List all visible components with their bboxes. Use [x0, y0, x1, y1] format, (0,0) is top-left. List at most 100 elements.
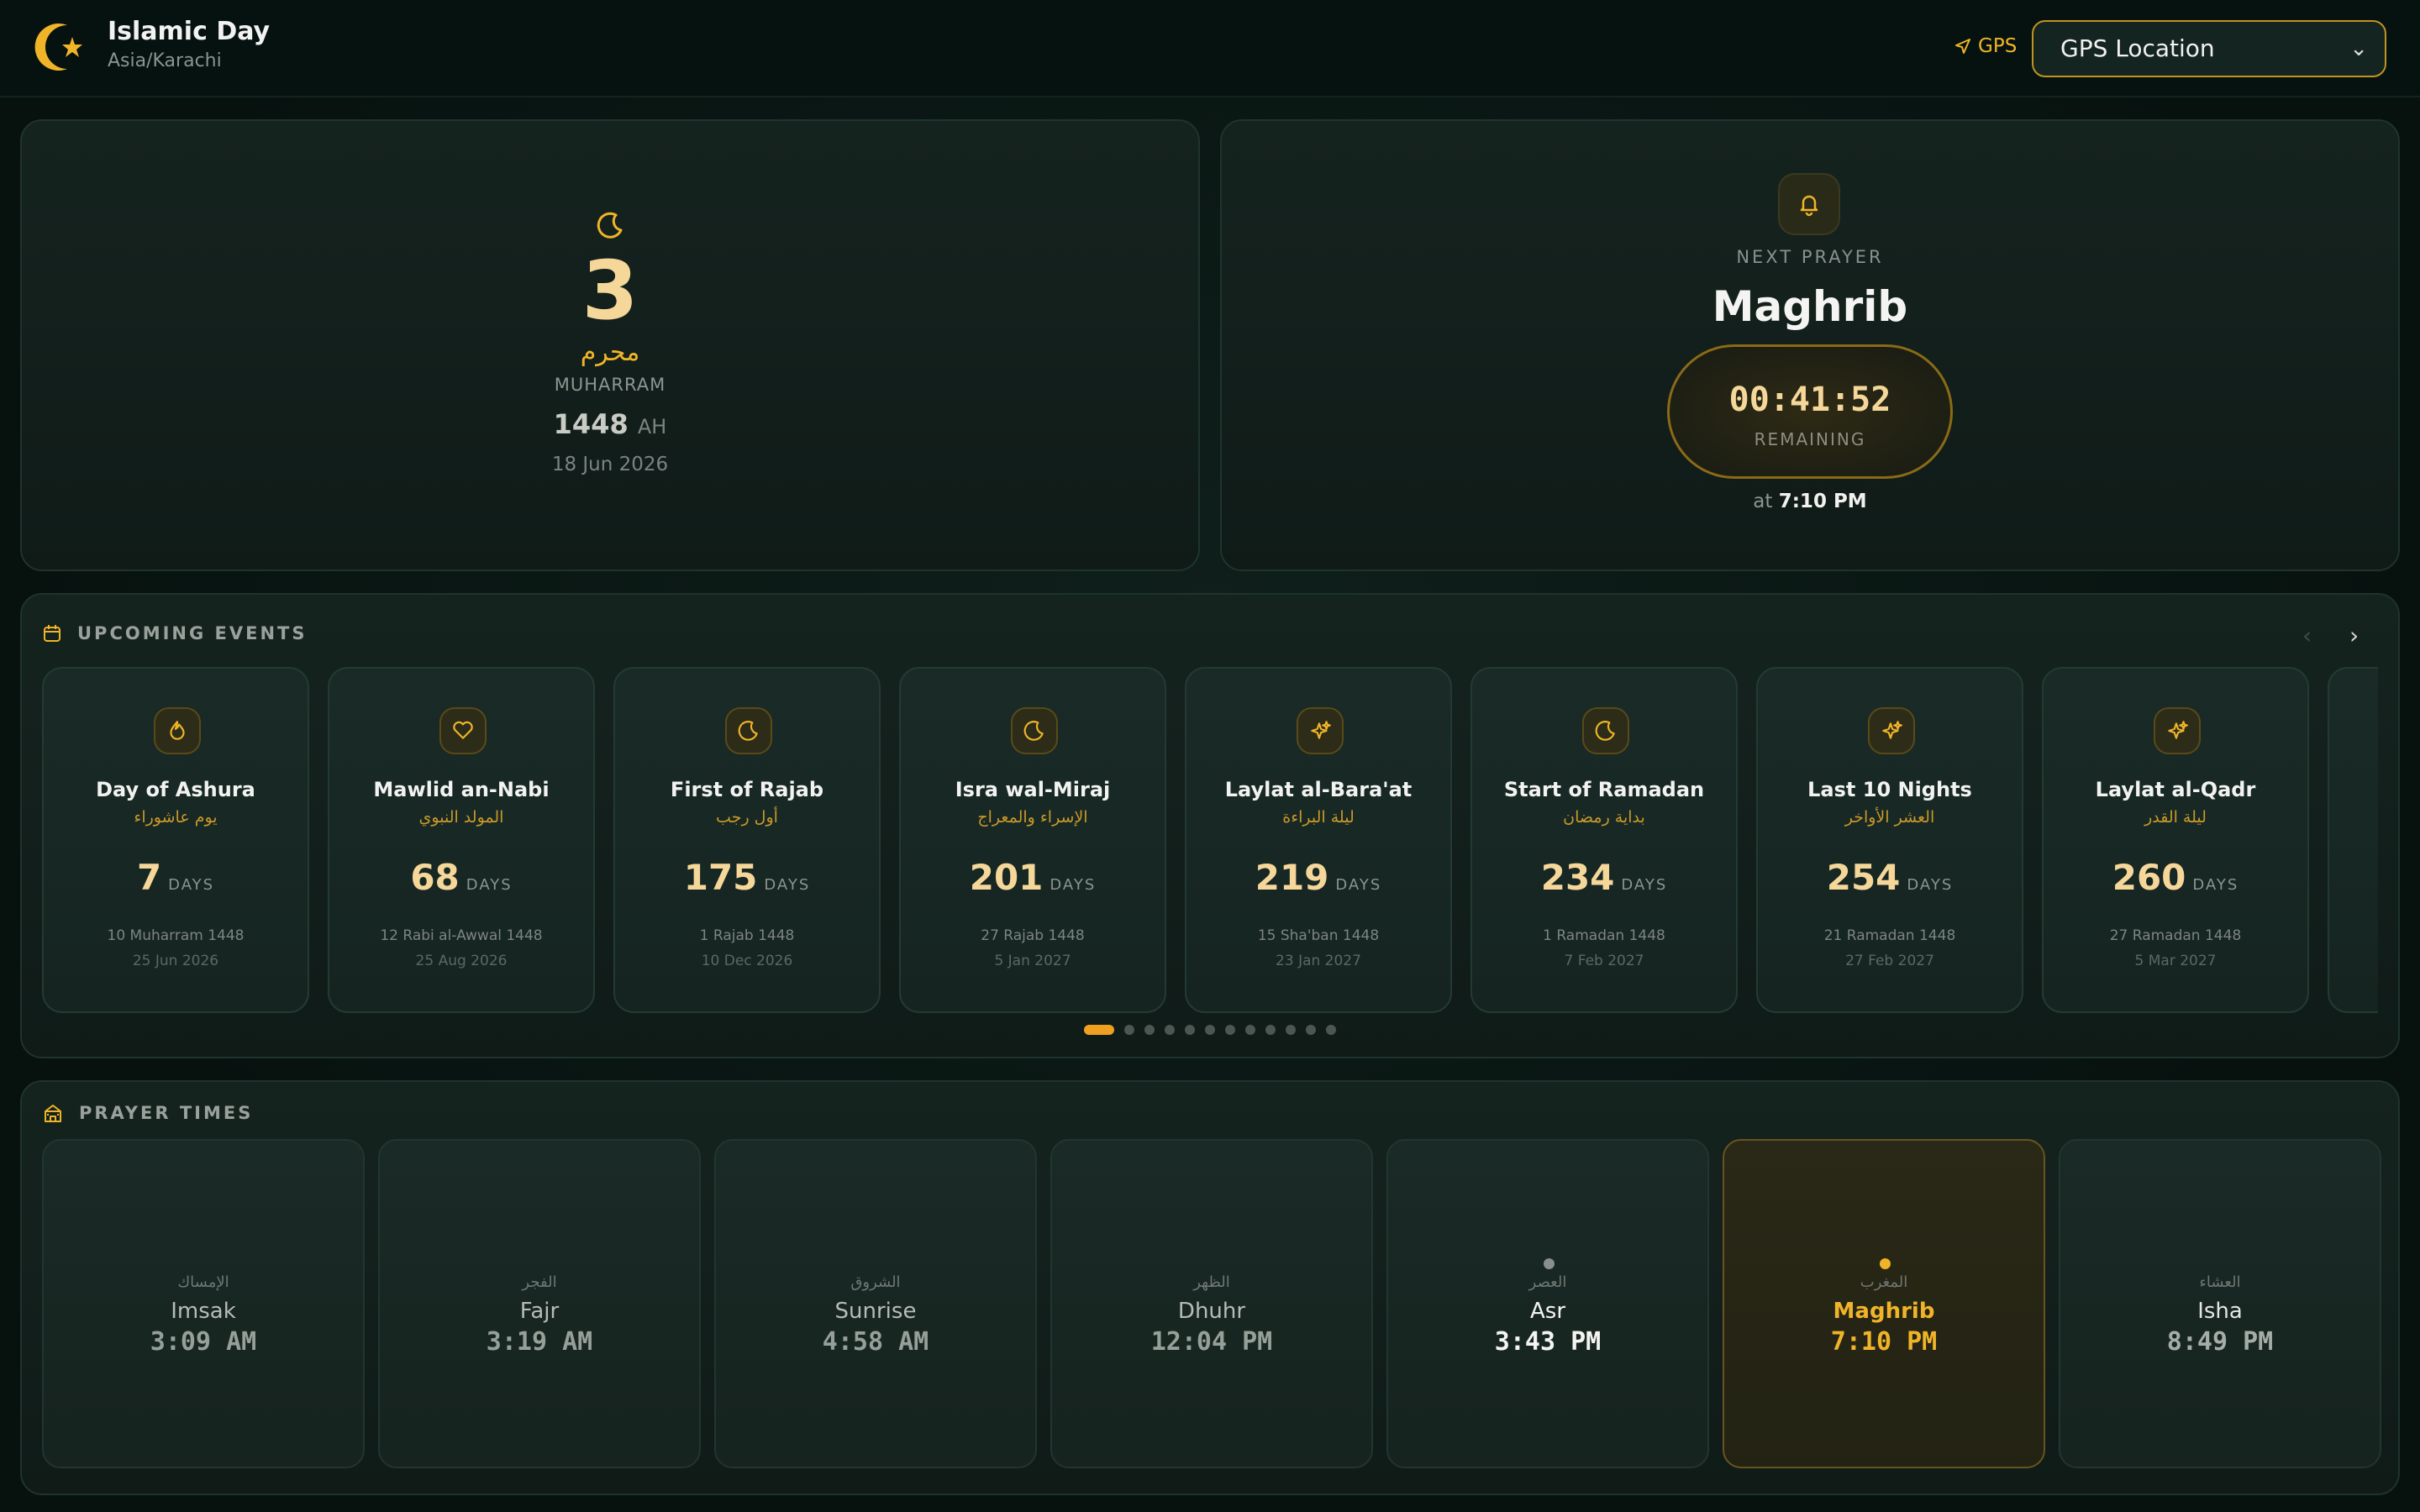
- pagination-dot[interactable]: [1245, 1025, 1255, 1035]
- carousel-pagination: [1084, 1025, 1336, 1035]
- event-days-remaining: 254 DAYS: [1758, 857, 2022, 898]
- event-card[interactable]: Laylat al-Bara'at ليلة البراءة 219 DAYS 15 S…: [1185, 667, 1452, 1013]
- event-name-arabic: بداية رمضان: [1563, 808, 1645, 827]
- prayer-name-arabic: الظهر: [1193, 1273, 1230, 1291]
- prayer-card-maghrib: المغرب Maghrib 7:10 PM: [1723, 1139, 2045, 1468]
- hijri-year: 1448: [553, 408, 629, 440]
- at-prefix: at: [1753, 491, 1773, 512]
- prayer-card-imsak: الإمساك Imsak 3:09 AM: [42, 1139, 365, 1468]
- event-name-arabic: المولد النبوي: [418, 808, 504, 827]
- moon-icon: [725, 707, 772, 754]
- pagination-dot[interactable]: [1326, 1025, 1336, 1035]
- pagination-dot[interactable]: [1144, 1025, 1155, 1035]
- pagination-dot[interactable]: [1124, 1025, 1134, 1035]
- pagination-dot[interactable]: [1225, 1025, 1235, 1035]
- navigation-arrow-icon: [1955, 39, 1970, 54]
- event-days-remaining: 201 DAYS: [901, 857, 1165, 898]
- sparkles-icon: [2154, 707, 2201, 754]
- event-hijri-date: 27 Ramadan 1448: [2109, 927, 2242, 944]
- event-gregorian-date: 25 Aug 2026: [415, 953, 508, 969]
- prayer-name: Imsak: [171, 1299, 236, 1324]
- next-prayer-name: Maghrib: [1712, 282, 1908, 331]
- status-dot: [1544, 1258, 1555, 1269]
- hijri-day: 3: [581, 244, 639, 338]
- event-name-arabic: الإسراء والمعراج: [977, 808, 1088, 827]
- event-days-remaining: 234 DAYS: [1472, 857, 1736, 898]
- gps-button[interactable]: GPS: [1954, 35, 2017, 57]
- prayer-time: 12:04 PM: [1150, 1327, 1273, 1357]
- prayer-time: 3:19 AM: [486, 1327, 593, 1357]
- hijri-month-english: MUHARRAM: [554, 375, 666, 395]
- prayer-name: Isha: [2197, 1299, 2243, 1324]
- prayer-name-arabic: الفجر: [522, 1273, 557, 1291]
- event-name-arabic: أول رجب: [716, 808, 778, 827]
- remaining-label: REMAINING: [1754, 429, 1866, 449]
- event-name: First of Rajab: [670, 778, 824, 801]
- event-name: Laylat al-Qadr: [2095, 778, 2256, 801]
- hijri-date-card: 3 محرم MUHARRAM 1448 AH 18 Jun 2026: [20, 119, 1200, 571]
- app-header: Islamic Day Asia/Karachi GPS GPS Locatio…: [0, 0, 2420, 97]
- prayer-card-dhuhr: الظهر Dhuhr 12:04 PM: [1050, 1139, 1373, 1468]
- event-gregorian-date: 5 Jan 2027: [994, 953, 1071, 969]
- prayer-time: 8:49 PM: [2166, 1327, 2274, 1357]
- event-days-count: 175: [683, 857, 758, 898]
- event-days-unit: DAYS: [1335, 876, 1382, 894]
- countdown-timer: 00:41:52 REMAINING: [1667, 344, 1953, 479]
- status-dot: [1880, 1258, 1891, 1269]
- location-select[interactable]: GPS Location ⌄: [2032, 20, 2386, 77]
- event-days-remaining: 219 DAYS: [1186, 857, 1450, 898]
- event-card[interactable]: Start of Ramadan بداية رمضان 234 DAYS 1 Rama…: [1470, 667, 1738, 1013]
- pagination-dot[interactable]: [1286, 1025, 1296, 1035]
- event-name: Isra wal-Miraj: [955, 778, 1111, 801]
- event-gregorian-date: 27 Feb 2027: [1845, 953, 1934, 969]
- pagination-dot[interactable]: [1205, 1025, 1215, 1035]
- event-days-count: 219: [1255, 857, 1329, 898]
- flame-icon: [154, 707, 201, 754]
- event-card[interactable]: Last 10 Nights العشر الأواخر 254 DAYS 21 Ram…: [1756, 667, 2023, 1013]
- prayer-times-header: PRAYER TIMES: [42, 1102, 253, 1124]
- prayer-name: Dhuhr: [1177, 1299, 1246, 1324]
- prayer-name: Sunrise: [834, 1299, 917, 1324]
- event-days-count: 234: [1540, 857, 1615, 898]
- event-hijri-date: 10 Muharram 1448: [107, 927, 245, 944]
- event-gregorian-date: 7 Feb 2027: [1564, 953, 1644, 969]
- event-name-arabic: ليلة البراءة: [1282, 808, 1355, 827]
- event-hijri-date: 12 Rabi al-Awwal 1448: [380, 927, 543, 944]
- event-name-arabic: ليلة القدر: [2144, 808, 2207, 827]
- events-prev-button[interactable]: ‹: [2302, 622, 2312, 649]
- event-card-partial[interactable]: [2328, 667, 2378, 1013]
- prayer-name: Maghrib: [1833, 1299, 1935, 1324]
- event-days-unit: DAYS: [168, 876, 215, 894]
- event-hijri-date: 1 Rajab 1448: [699, 927, 795, 944]
- pagination-dot[interactable]: [1265, 1025, 1276, 1035]
- event-name: Mawlid an-Nabi: [373, 778, 550, 801]
- calendar-icon: [44, 625, 60, 642]
- event-card[interactable]: Laylat al-Qadr ليلة القدر 260 DAYS 27 Ramada…: [2042, 667, 2309, 1013]
- crescent-star-icon: [34, 24, 82, 71]
- pagination-dot[interactable]: [1306, 1025, 1316, 1035]
- event-days-unit: DAYS: [1907, 876, 1954, 894]
- pagination-dot[interactable]: [1165, 1025, 1175, 1035]
- event-card[interactable]: First of Rajab أول رجب 175 DAYS 1 Rajab 1448…: [613, 667, 881, 1013]
- event-name: Day of Ashura: [96, 778, 255, 801]
- timezone-label: Asia/Karachi: [108, 50, 222, 71]
- mosque-icon: [45, 1105, 61, 1122]
- pagination-dot[interactable]: [1185, 1025, 1195, 1035]
- events-next-button[interactable]: ›: [2349, 622, 2359, 649]
- event-card[interactable]: Isra wal-Miraj الإسراء والمعراج 201 DAYS 27 …: [899, 667, 1166, 1013]
- event-card[interactable]: Day of Ashura يوم عاشوراء 7 DAYS 10 Muharram…: [42, 667, 309, 1013]
- prayer-name-arabic: المغرب: [1860, 1273, 1908, 1291]
- pagination-dot[interactable]: [1084, 1025, 1114, 1035]
- event-days-count: 254: [1826, 857, 1901, 898]
- event-card[interactable]: Mawlid an-Nabi المولد النبوي 68 DAYS 12 Rabi…: [328, 667, 595, 1013]
- event-gregorian-date: 5 Mar 2027: [2134, 953, 2217, 969]
- hijri-month-arabic: محرم: [580, 338, 640, 367]
- prayer-times-title: PRAYER TIMES: [79, 1103, 254, 1123]
- next-prayer-clock: 7:10 PM: [1778, 491, 1867, 512]
- event-name-arabic: العشر الأواخر: [1844, 808, 1935, 827]
- event-days-remaining: 68 DAYS: [329, 857, 593, 898]
- sparkles-icon: [1868, 707, 1915, 754]
- event-hijri-date: 15 Sha'ban 1448: [1257, 927, 1380, 944]
- prayer-card-isha: العشاء Isha 8:49 PM: [2059, 1139, 2381, 1468]
- next-prayer-time: at 7:10 PM: [1220, 491, 2400, 512]
